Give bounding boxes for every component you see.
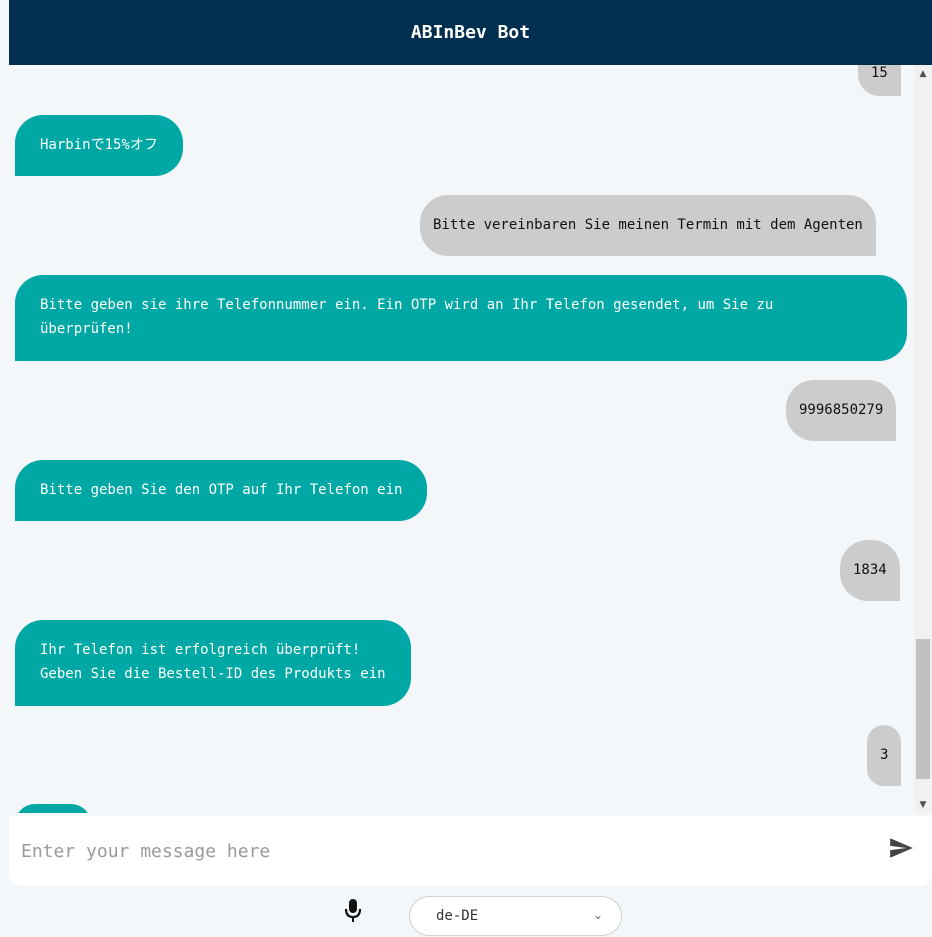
message-input[interactable]: [21, 834, 871, 868]
bot-message: Bitte geben sie ihre Telefonnummer ein. …: [15, 275, 907, 361]
scroll-up-arrow-icon[interactable]: ▲: [914, 65, 932, 82]
message-text: Harbinで15%オフ: [40, 137, 158, 153]
message-text: 3: [880, 747, 889, 763]
message-text: Geben Sie die Bestell-ID des Produkts ei…: [40, 666, 386, 682]
user-message: 3: [867, 725, 902, 786]
message-text: Bitte vereinbaren Sie meinen Termin mit …: [433, 217, 863, 233]
message-input-bar: [9, 816, 932, 886]
chat-title: ABInBev Bot: [410, 22, 531, 43]
chat-header: ABInBev Bot: [9, 0, 932, 65]
send-icon: [890, 838, 913, 858]
user-message: 15: [858, 65, 901, 96]
microphone-button[interactable]: [340, 895, 366, 927]
bot-message: [15, 804, 91, 813]
message-text: 9996850279: [799, 402, 884, 418]
message-text: Ihr Telefon ist erfolgreich überprüft!: [40, 642, 361, 658]
message-text: Bitte geben Sie den OTP auf Ihr Telefon …: [40, 482, 403, 498]
chat-messages[interactable]: 15 Harbinで15%オフ Bitte vereinbaren Sie me…: [9, 65, 914, 813]
bot-message: Harbinで15%オフ: [15, 115, 183, 176]
message-text: 1834: [853, 562, 887, 578]
message-text: 15: [871, 65, 888, 81]
message-text: überprüfen!: [40, 321, 133, 337]
user-message: 1834: [840, 540, 900, 601]
user-message: 9996850279: [786, 380, 897, 441]
chevron-down-icon: ⌄: [592, 908, 603, 922]
language-select[interactable]: de-DE ⌄: [409, 896, 622, 936]
language-selected-value: de-DE: [436, 908, 479, 924]
bot-message: Ihr Telefon ist erfolgreich überprüft! G…: [15, 620, 411, 706]
chat-scrollbar[interactable]: ▲ ▼: [914, 65, 932, 813]
scroll-down-arrow-icon[interactable]: ▼: [914, 796, 932, 813]
send-button[interactable]: [885, 832, 917, 864]
user-message: Bitte vereinbaren Sie meinen Termin mit …: [420, 195, 876, 256]
microphone-icon: [344, 899, 362, 922]
message-text: Bitte geben sie ihre Telefonnummer ein. …: [40, 297, 774, 313]
scrollbar-thumb[interactable]: [916, 639, 930, 779]
bot-message: Bitte geben Sie den OTP auf Ihr Telefon …: [15, 460, 428, 521]
